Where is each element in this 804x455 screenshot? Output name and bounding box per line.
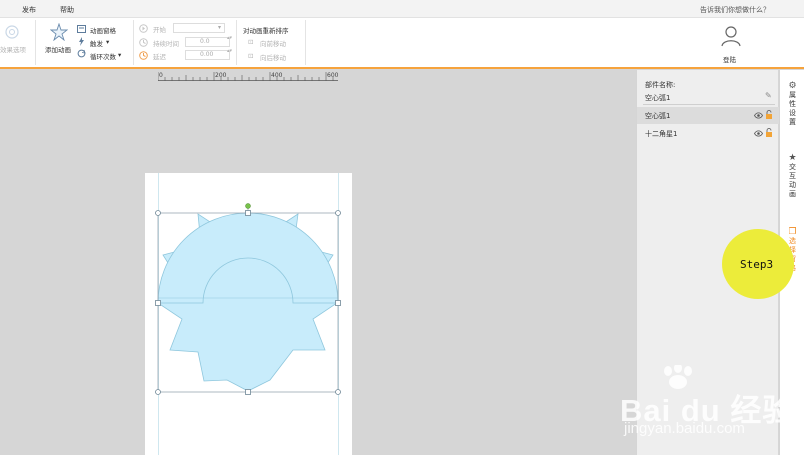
watermark-url: jingyan.baidu.com bbox=[624, 420, 745, 437]
tab-char: 画 bbox=[789, 190, 796, 198]
lock-icon[interactable] bbox=[765, 110, 773, 120]
tab-char: 属 bbox=[789, 91, 796, 99]
tab-char: 性 bbox=[789, 100, 796, 108]
layers-icon: ❐ bbox=[788, 227, 797, 237]
step-callout: Step3 bbox=[722, 229, 794, 299]
part-name-value[interactable]: 空心弧1 bbox=[645, 93, 670, 103]
resize-handle-se[interactable] bbox=[335, 389, 341, 395]
resize-handle-e[interactable] bbox=[335, 300, 341, 306]
rotate-handle[interactable] bbox=[245, 203, 251, 209]
resize-handle-w[interactable] bbox=[155, 300, 161, 306]
resize-handle-nw[interactable] bbox=[155, 210, 161, 216]
part-name-label: 部件名称: bbox=[645, 81, 676, 89]
tab-char: 设 bbox=[789, 109, 796, 117]
baidu-watermark: Bai du 经验 jingyan.baidu.com bbox=[602, 363, 802, 455]
tab-char: 动 bbox=[789, 181, 796, 189]
lock-icon[interactable] bbox=[765, 128, 773, 138]
resize-handle-sw[interactable] bbox=[155, 389, 161, 395]
layer-name: 十二角星1 bbox=[645, 130, 678, 138]
visibility-eye-icon[interactable] bbox=[754, 130, 763, 137]
visibility-eye-icon[interactable] bbox=[754, 112, 763, 119]
layer-name: 空心弧1 bbox=[645, 112, 671, 120]
tab-interaction-animation[interactable]: ★ 交 互 动 画 bbox=[780, 154, 804, 199]
star-icon: ★ bbox=[788, 153, 797, 163]
step-callout-label: Step3 bbox=[740, 258, 774, 271]
edit-name-icon[interactable]: ✎ bbox=[765, 91, 772, 100]
resize-handle-ne[interactable] bbox=[335, 210, 341, 216]
resize-handle-s[interactable] bbox=[245, 389, 251, 395]
layer-row[interactable]: 十二角星1 bbox=[637, 125, 779, 142]
tab-char: 置 bbox=[789, 118, 796, 126]
layer-row[interactable]: 空心弧1 bbox=[637, 107, 779, 124]
tab-char: 互 bbox=[789, 172, 796, 180]
tab-char: 交 bbox=[789, 163, 796, 171]
resize-handle-n[interactable] bbox=[245, 210, 251, 216]
gear-icon: ⚙ bbox=[788, 81, 797, 91]
tab-properties[interactable]: ⚙ 属 性 设 置 bbox=[780, 82, 804, 127]
